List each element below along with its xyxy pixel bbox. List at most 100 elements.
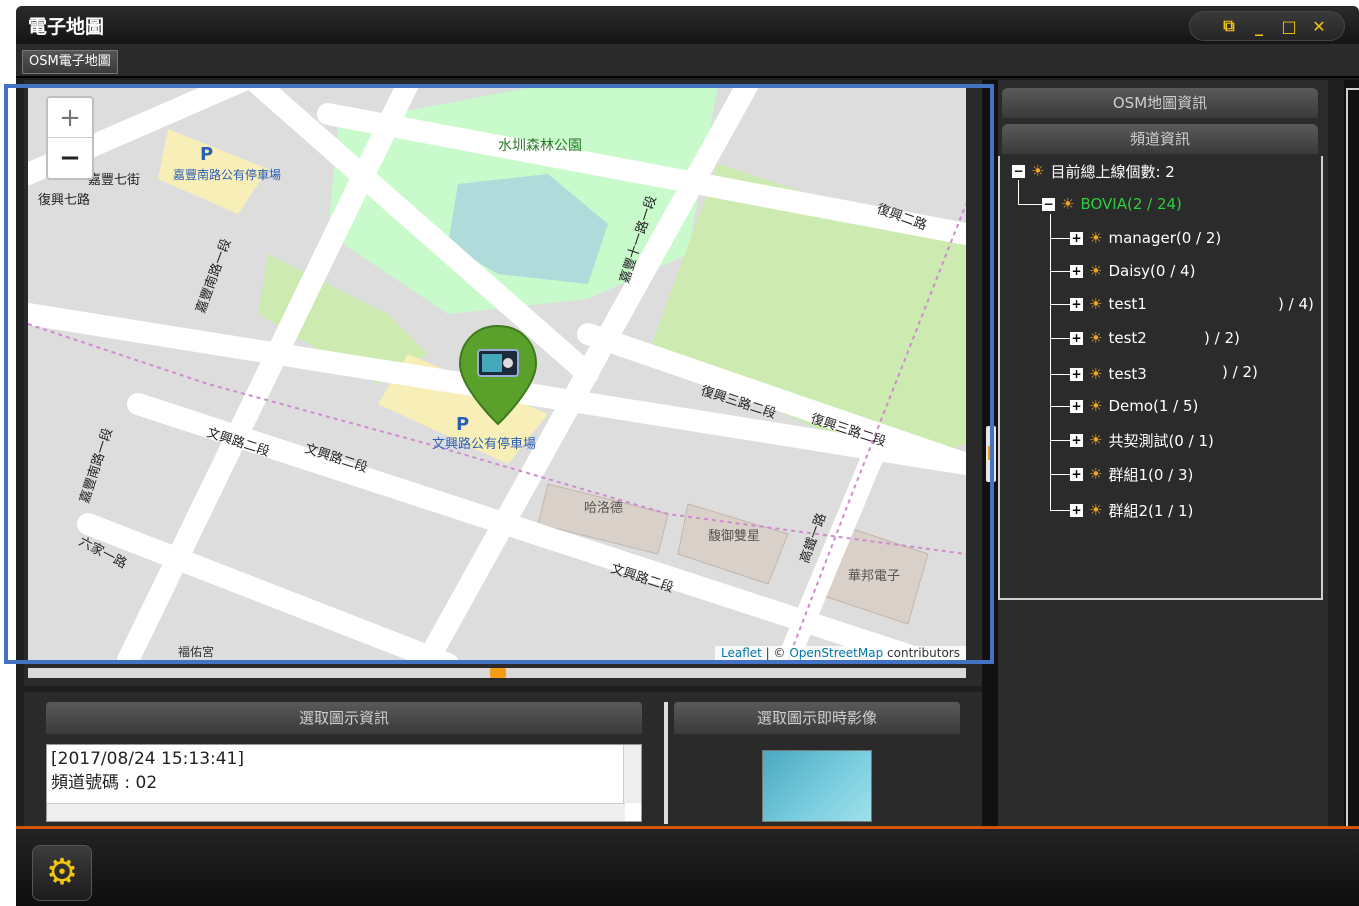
map-canvas: 水圳森林公園 嘉豐南路公有停車場 文興路公有停車場 P P 復興七路 嘉豐七街 … (28, 84, 966, 660)
tree-item-count-fragment: ) / 4) (1278, 295, 1314, 313)
right-panel: OSM地圖資訊 頻道資訊 − ☀ 目前總上線個數: 2 − ☀ BOVIA(2 … (998, 80, 1328, 832)
tree-line (1018, 180, 1019, 204)
expand-icon[interactable]: + (1070, 367, 1083, 381)
live-video-thumbnail[interactable] (762, 750, 872, 822)
collapse-icon[interactable]: − (1012, 164, 1025, 178)
map-horizontal-scrollbar[interactable] (28, 668, 966, 678)
tree-item-label: 群組1(0 / 3) (1108, 465, 1194, 484)
bottom-panel: 選取圖示資訊 [2017/08/24 15:13:41] 頻道號碼 : 02 選… (24, 692, 982, 832)
tree-item[interactable]: + ☀ Demo(1 / 5) (1070, 395, 1198, 417)
osm-info-header[interactable]: OSM地圖資訊 (1002, 88, 1318, 118)
sun-icon: ☀ (1089, 229, 1103, 247)
label-parking-top: 嘉豐南路公有停車場 (173, 167, 281, 182)
channel-tree-panel: − ☀ 目前總上線個數: 2 − ☀ BOVIA(2 / 24) + ☀ mana… (998, 156, 1323, 600)
maximize-icon[interactable]: □ (1280, 17, 1298, 36)
expand-icon[interactable]: + (1070, 231, 1083, 245)
expand-icon[interactable]: + (1070, 433, 1083, 447)
tree-item-label: test2 (1108, 329, 1147, 347)
sun-icon: ☀ (1089, 262, 1103, 280)
tree-group-bovia[interactable]: − ☀ BOVIA(2 / 24) (1042, 193, 1182, 215)
close-icon[interactable]: ✕ (1310, 17, 1328, 36)
title-bar: 電子地圖 ⧉ _ □ ✕ (16, 6, 1359, 44)
tree-item-count-fragment: ) / 2) (1222, 363, 1258, 381)
info-channel: 頻道號碼 : 02 (51, 773, 158, 793)
label-jiafeng7: 嘉豐七街 (88, 173, 140, 188)
sun-icon: ☀ (1089, 295, 1103, 313)
sun-icon: ☀ (1061, 195, 1075, 213)
expand-icon[interactable]: + (1070, 297, 1083, 311)
osm-link[interactable]: OpenStreetMap (789, 646, 883, 660)
collapse-icon[interactable]: − (1042, 197, 1055, 211)
tree-root[interactable]: − ☀ 目前總上線個數: 2 (1012, 160, 1175, 182)
label-halo: 哈洛德 (584, 501, 623, 516)
label-fuxing7: 復興七路 (38, 192, 90, 208)
right-scrollbar-area (1344, 80, 1359, 832)
window-controls: ⧉ _ □ ✕ (1189, 11, 1345, 41)
tree-item-label: test1 (1108, 295, 1147, 313)
zoom-out-button[interactable]: − (48, 138, 92, 178)
bottom-divider (664, 702, 668, 824)
tree-item-label: manager(0 / 2) (1108, 229, 1222, 247)
tree-item-label: Daisy(0 / 4) (1108, 262, 1196, 280)
expand-icon[interactable]: + (1070, 399, 1083, 413)
label-park: 水圳森林公園 (498, 138, 582, 154)
tree-item[interactable]: + ☀ test3 (1070, 363, 1147, 385)
info-horizontal-scrollbar[interactable] (47, 803, 625, 821)
tree-item-count-fragment: ) / 2) (1204, 329, 1240, 347)
tree-item[interactable]: + ☀ test1 (1070, 293, 1147, 315)
tree-item[interactable]: + ☀ manager(0 / 2) (1070, 227, 1221, 249)
tree-line (1018, 204, 1044, 205)
expand-icon[interactable]: + (1070, 467, 1083, 481)
minimize-icon[interactable]: _ (1250, 17, 1268, 36)
channel-info-header[interactable]: 頻道資訊 (1002, 124, 1318, 154)
attribution-suffix: contributors (883, 646, 960, 660)
selected-icon-info-header[interactable]: 選取圖示資訊 (46, 702, 642, 734)
label-huabang: 華邦電子 (848, 569, 900, 584)
label-yuyu: 馥御雙星 (708, 529, 760, 544)
expand-icon[interactable]: + (1070, 503, 1083, 517)
live-video-header[interactable]: 選取圖示即時影像 (674, 702, 960, 734)
scroll-thumb[interactable] (490, 668, 506, 678)
osm-map[interactable]: 水圳森林公園 嘉豐南路公有停車場 文興路公有停車場 P P 復興七路 嘉豐七街 … (28, 84, 966, 660)
gear-icon[interactable]: ⚙ (32, 845, 92, 901)
app-window: 電子地圖 ⧉ _ □ ✕ OSM電子地圖 水圳森林公園 嘉豐南路公有停車場 文興… (16, 6, 1359, 906)
zoom-control: + − (46, 96, 94, 180)
tree-item-label: 共契測試(0 / 1) (1108, 431, 1214, 450)
attribution-separator: | © (761, 646, 790, 660)
tree-item-label: test3 (1108, 365, 1147, 383)
tab-osm-map[interactable]: OSM電子地圖 (22, 50, 118, 74)
tree-group-label: BOVIA(2 / 24) (1080, 195, 1182, 213)
label-parking-main: 文興路公有停車場 (432, 436, 536, 452)
panel-splitter[interactable] (982, 80, 998, 832)
expand-icon[interactable]: + (1070, 264, 1083, 278)
selected-icon-info-text[interactable]: [2017/08/24 15:13:41] 頻道號碼 : 02 (46, 744, 642, 822)
tree-item-label: Demo(1 / 5) (1108, 397, 1199, 415)
sun-icon: ☀ (1089, 501, 1103, 519)
footer-bar: ⚙ (16, 826, 1359, 906)
tree-root-label: 目前總上線個數: 2 (1050, 162, 1175, 181)
window-title: 電子地圖 (28, 16, 105, 38)
sun-icon: ☀ (1089, 365, 1103, 383)
sun-icon: ☀ (1089, 431, 1103, 449)
restore-icon[interactable]: ⧉ (1220, 16, 1238, 36)
sun-icon: ☀ (1031, 162, 1045, 180)
tree-item[interactable]: + ☀ 群組1(0 / 3) (1070, 463, 1193, 485)
map-panel: 水圳森林公園 嘉豐南路公有停車場 文興路公有停車場 P P 復興七路 嘉豐七街 … (24, 80, 982, 686)
tree-line (1050, 214, 1051, 510)
info-vertical-scrollbar[interactable] (623, 745, 641, 803)
tab-strip: OSM電子地圖 (16, 44, 1359, 78)
tree-item[interactable]: + ☀ Daisy(0 / 4) (1070, 260, 1195, 282)
zoom-in-button[interactable]: + (48, 98, 92, 138)
parking-icon-main: P (456, 414, 469, 435)
splitter-handle[interactable] (986, 426, 996, 482)
sun-icon: ☀ (1089, 329, 1103, 347)
label-temple: 褔佑宮 (178, 644, 214, 659)
tree-item[interactable]: + ☀ 共契測試(0 / 1) (1070, 429, 1214, 451)
leaflet-link[interactable]: Leaflet (721, 646, 762, 660)
sun-icon: ☀ (1089, 397, 1103, 415)
sun-icon: ☀ (1089, 465, 1103, 483)
tree-item[interactable]: + ☀ test2 (1070, 327, 1147, 349)
tree-item[interactable]: + ☀ 群組2(1 / 1) (1070, 499, 1193, 521)
right-scrollbar[interactable] (1346, 88, 1359, 828)
expand-icon[interactable]: + (1070, 331, 1083, 345)
